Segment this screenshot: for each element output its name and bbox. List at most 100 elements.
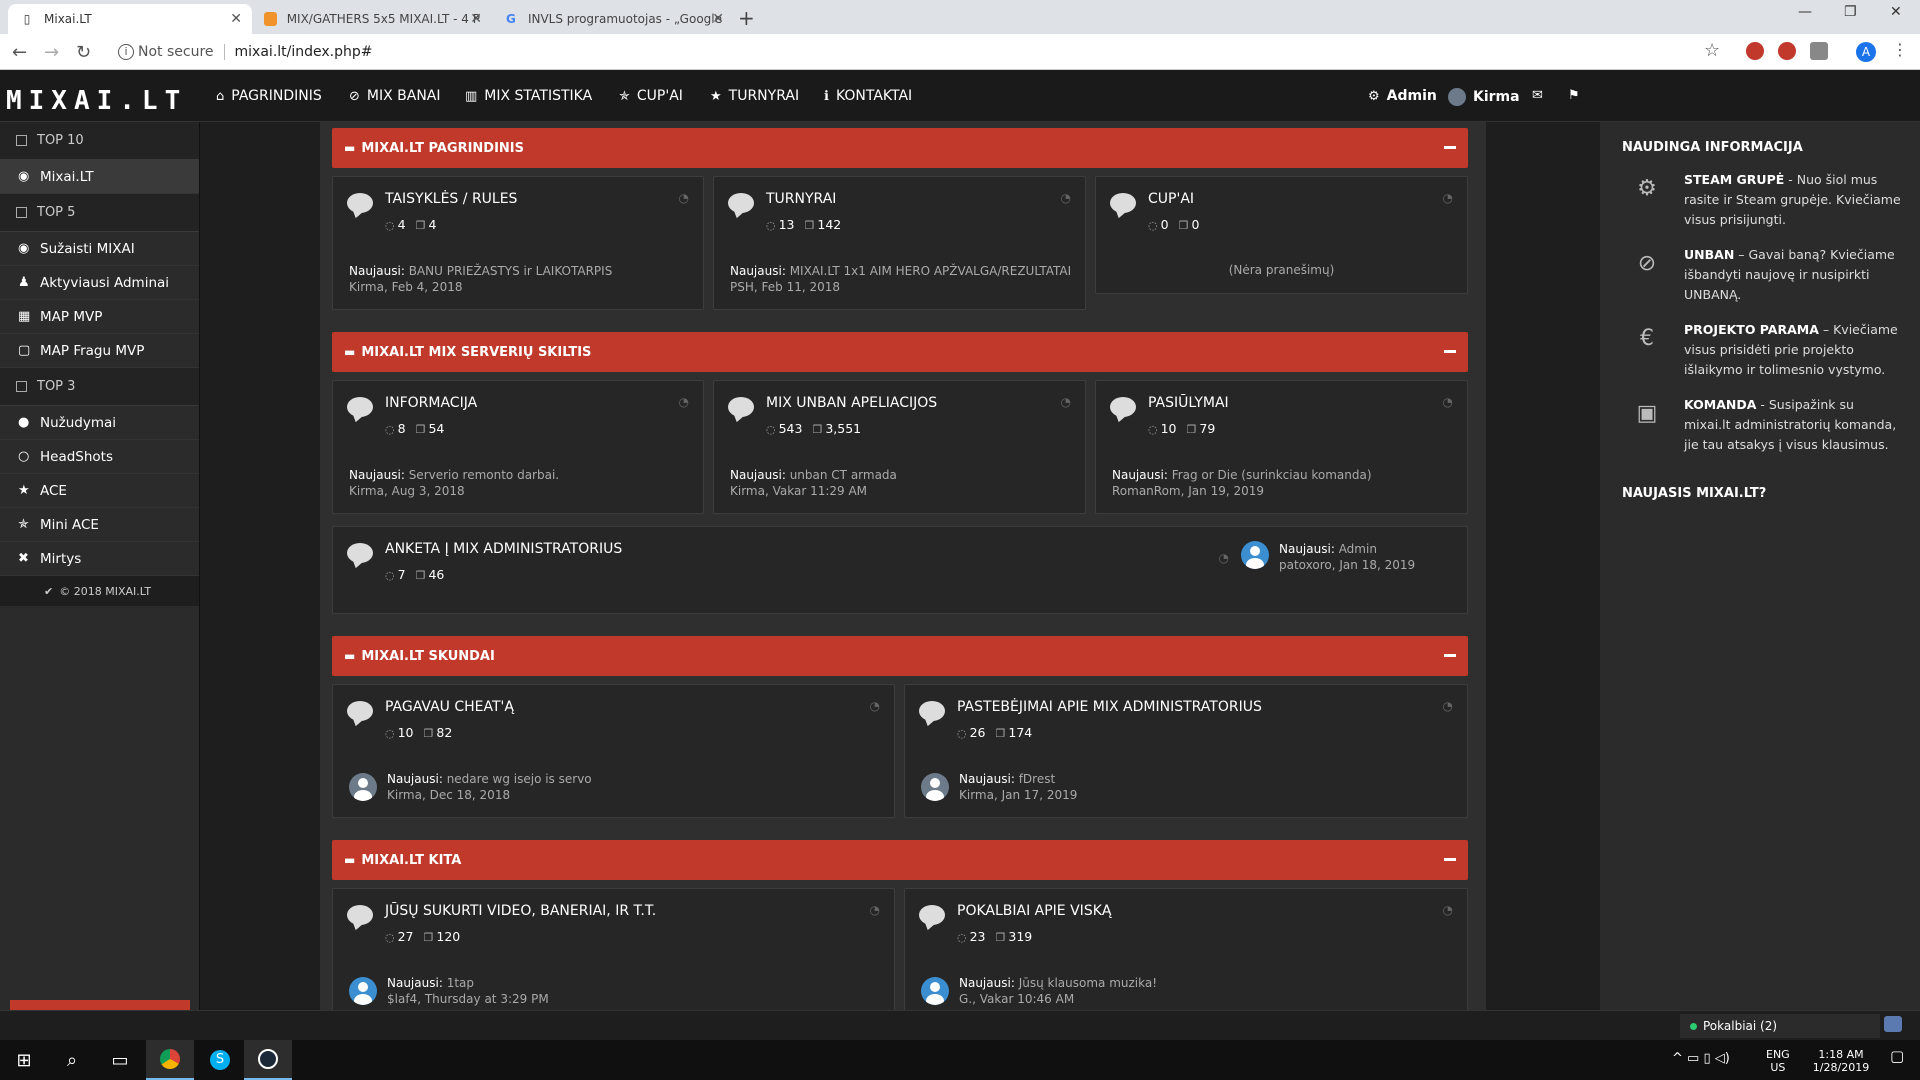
forum-card[interactable]: PASIŪLYMAI ◔ ◌ 10 ❐ 79 Naujausi: Frag or Di… [1095, 380, 1468, 514]
notifications-icon[interactable]: ▢ [1890, 1049, 1904, 1064]
category-header[interactable]: ▬ MIXAI.LT SKUNDAI [332, 636, 1468, 676]
nav-mix-banai[interactable]: ⊘ MIX BANAI [349, 88, 441, 104]
nav-mix-statistika[interactable]: ▥ MIX STATISTIKA [465, 88, 592, 104]
last-by[interactable]: Kirma [959, 788, 994, 802]
last-topic[interactable]: Admin [1339, 542, 1377, 556]
rss-icon[interactable]: ◔ [1443, 395, 1453, 409]
forum-title[interactable]: PASTEBĖJIMAI APIE MIX ADMINISTRATORIUS [957, 699, 1262, 715]
forum-card[interactable]: TURNYRAI ◔ ◌ 13 ❐ 142 Naujausi: MIXAI.LT 1x… [713, 176, 1086, 310]
windows-start-icon[interactable]: ⊞ [0, 1040, 48, 1080]
forum-card[interactable]: TAISYKLĖS / RULES ◔ ◌ 4 ❐ 4 Naujausi: BANU … [332, 176, 704, 310]
forum-card[interactable]: PASTEBĖJIMAI APIE MIX ADMINISTRATORIUS ◔… [904, 684, 1468, 818]
close-tab-icon[interactable]: ✕ [712, 11, 724, 27]
sidebar-item-aktyviausi[interactable]: ♟ Aktyviausi Adminai [0, 266, 199, 300]
restore-button[interactable]: ❐ [1844, 4, 1857, 20]
sidebar-item-ace[interactable]: ★ ACE [0, 474, 199, 508]
rss-icon[interactable]: ◔ [1443, 699, 1453, 713]
browser-tab-google[interactable]: G INVLS programuotojas - „Google ✕ [492, 4, 734, 34]
forum-card[interactable]: PAGAVAU CHEAT'Ą ◔ ◌ 10 ❐ 82 Naujausi: nedar… [332, 684, 895, 818]
avatar[interactable] [349, 773, 377, 801]
nav-turnyrai[interactable]: ★ TURNYRAI [710, 88, 799, 104]
rss-icon[interactable]: ◔ [870, 699, 880, 713]
forum-card[interactable]: INFORMACIJA ◔ ◌ 8 ❐ 54 Naujausi: Serverio r… [332, 380, 704, 514]
info-item-bold[interactable]: PROJEKTO PARAMA [1684, 322, 1819, 337]
info-item-unban[interactable]: ⊘ UNBAN – Gavai baną? Kviečiame išbandyt… [1634, 245, 1904, 305]
forum-title[interactable]: PAGAVAU CHEAT'Ą [385, 699, 514, 715]
last-topic[interactable]: Jūsų klausoma muzika! [1019, 976, 1157, 990]
search-icon[interactable]: ⌕ [48, 1040, 96, 1080]
alerts-button[interactable]: ⚑ [1568, 88, 1580, 103]
sidebar-item-suzaisti[interactable]: ◉ Sužaisti MIXAI [0, 232, 199, 266]
forum-card[interactable]: MIX UNBAN APELIACIJOS ◔ ◌ 543 ❐ 3,551 Nauja… [713, 380, 1086, 514]
chrome-taskbar-icon[interactable] [146, 1040, 194, 1080]
avatar[interactable] [349, 977, 377, 1005]
last-by[interactable]: Kirma [387, 788, 422, 802]
chat-widget[interactable]: Pokalbiai (2) [1680, 1014, 1880, 1038]
sidebar-item-mixai[interactable]: ◉ Mixai.LT [0, 160, 199, 194]
browser-tab-gathers[interactable]: MIX/GATHERS 5x5 MIXAI.LT - 4 P ✕ [252, 4, 492, 34]
last-topic[interactable]: Frag or Die (surinkciau komanda) [1172, 468, 1372, 482]
forum-card[interactable]: JŪSŲ SUKURTI VIDEO, BANERIAI, IR T.T. ◔ … [332, 888, 895, 1010]
minimize-button[interactable]: — [1798, 4, 1812, 20]
category-header[interactable]: ▬ MIXAI.LT PAGRINDINIS [332, 128, 1468, 168]
sidebar-item-mini-ace[interactable]: ✯ Mini ACE [0, 508, 199, 542]
avatar[interactable] [921, 773, 949, 801]
collapse-icon[interactable] [1444, 858, 1456, 861]
info-item-steam[interactable]: ⚙ STEAM GRUPĖ - Nuo šiol mus rasite ir S… [1634, 170, 1904, 230]
info-item-parama[interactable]: € PROJEKTO PARAMA – Kviečiame visus pris… [1634, 320, 1904, 380]
forum-title[interactable]: PASIŪLYMAI [1148, 395, 1229, 411]
sidebar-item-headshots[interactable]: ○ HeadShots [0, 440, 199, 474]
forward-button[interactable]: → [44, 42, 59, 63]
back-button[interactable]: ← [12, 42, 27, 63]
forum-title[interactable]: POKALBIAI APIE VISKĄ [957, 903, 1111, 919]
collapse-icon[interactable] [1444, 654, 1456, 657]
rss-icon[interactable]: ◔ [1443, 903, 1453, 917]
extension-icon[interactable] [1810, 42, 1828, 60]
last-by[interactable]: Kirma [349, 484, 384, 498]
rss-icon[interactable]: ◔ [679, 191, 689, 205]
skype-taskbar-icon[interactable]: S [196, 1040, 244, 1080]
info-icon[interactable]: i [118, 44, 134, 60]
last-topic[interactable]: fDrest [1019, 772, 1055, 786]
last-topic[interactable]: nedare wg isejo is servo [447, 772, 592, 786]
input-language[interactable]: ENG US [1766, 1048, 1790, 1074]
last-by[interactable]: Kirma [730, 484, 765, 498]
forum-title[interactable]: ANKETA Į MIX ADMINISTRATORIUS [385, 541, 622, 557]
sidebar-item-mirtys[interactable]: ✖ Mirtys [0, 542, 199, 576]
last-by[interactable]: RomanRom [1112, 484, 1181, 498]
extension-icon[interactable] [1746, 42, 1764, 60]
close-tab-icon[interactable]: ✕ [470, 11, 482, 27]
sidebar-item-map-mvp[interactable]: ▦ MAP MVP [0, 300, 199, 334]
forum-title[interactable]: MIX UNBAN APELIACIJOS [766, 395, 937, 411]
reload-button[interactable]: ↻ [76, 42, 91, 63]
info-item-bold[interactable]: UNBAN [1684, 247, 1734, 262]
last-by[interactable]: patoxoro [1279, 558, 1332, 572]
info-item-bold[interactable]: STEAM GRUPĖ [1684, 172, 1784, 187]
forum-title[interactable]: TAISYKLĖS / RULES [385, 191, 517, 207]
user-menu[interactable]: Kirma [1448, 88, 1520, 106]
task-view-icon[interactable]: ▭ [96, 1040, 144, 1080]
rss-icon[interactable]: ◔ [870, 903, 880, 917]
admin-link[interactable]: ⚙ Admin [1368, 88, 1437, 104]
browser-menu-icon[interactable]: ⋮ [1892, 40, 1908, 59]
forum-title[interactable]: CUP'AI [1148, 191, 1194, 207]
nav-cupai[interactable]: ✯ CUP'AI [619, 88, 683, 104]
rss-icon[interactable]: ◔ [1443, 191, 1453, 205]
avatar[interactable] [1241, 541, 1269, 569]
extension-icon[interactable] [1778, 42, 1796, 60]
collapse-icon[interactable] [1444, 146, 1456, 149]
messages-button[interactable]: ✉ [1532, 88, 1543, 103]
info-item-komanda[interactable]: ▣ KOMANDA - Susipažink su mixai.lt admin… [1634, 395, 1904, 455]
nav-kontaktai[interactable]: ℹ KONTAKTAI [824, 88, 912, 104]
last-topic[interactable]: 1tap [447, 976, 474, 990]
rss-icon[interactable]: ◔ [679, 395, 689, 409]
new-tab-button[interactable]: + [738, 6, 755, 30]
last-topic[interactable]: unban CT armada [790, 468, 897, 482]
forum-card[interactable]: POKALBIAI APIE VISKĄ ◔ ◌ 23 ❐ 319 Naujausi:… [904, 888, 1468, 1010]
nav-pagrindinis[interactable]: ⌂ PAGRINDINIS [216, 88, 322, 104]
chat-bubble-icon[interactable] [1884, 1016, 1902, 1032]
steam-taskbar-icon[interactable] [244, 1040, 292, 1080]
rss-icon[interactable]: ◔ [1061, 191, 1071, 205]
profile-avatar[interactable]: A [1856, 42, 1876, 62]
forum-title[interactable]: JŪSŲ SUKURTI VIDEO, BANERIAI, IR T.T. [385, 903, 656, 919]
